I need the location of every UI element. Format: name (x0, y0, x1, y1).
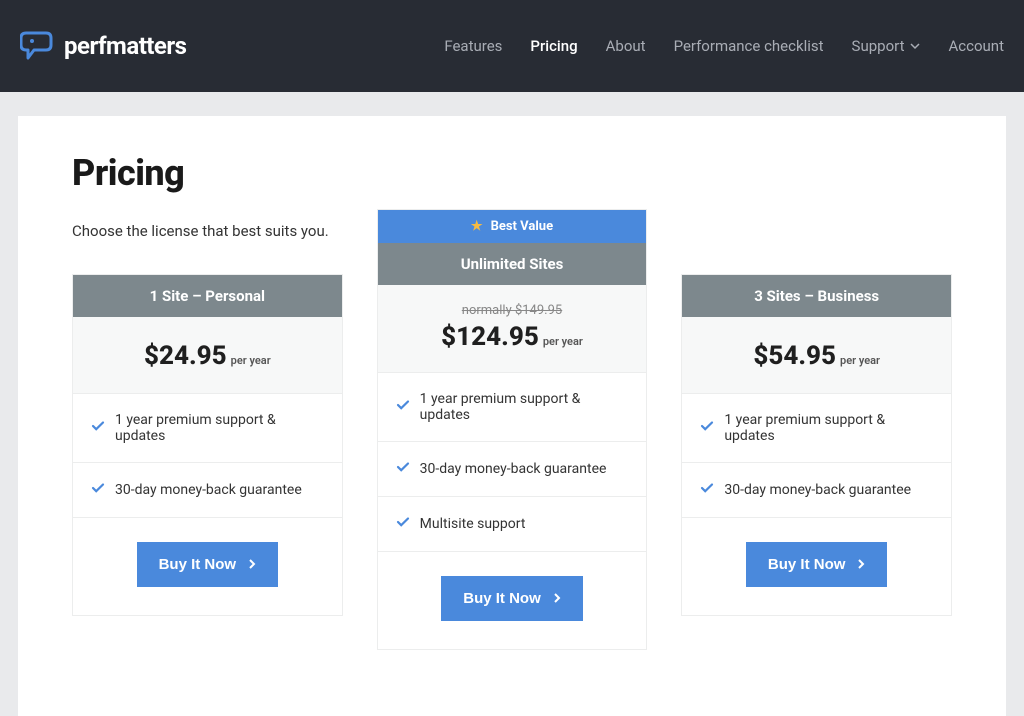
check-icon (396, 515, 410, 533)
check-icon (396, 398, 410, 416)
best-value-label: Best Value (491, 219, 554, 234)
best-value-badge: ★ Best Value (378, 210, 647, 243)
check-icon (700, 481, 714, 499)
plan-feature-text: Multisite support (420, 516, 526, 532)
buy-label: Buy It Now (463, 590, 541, 607)
nav-support-label: Support (852, 37, 905, 55)
chevron-right-icon (857, 558, 865, 572)
plan-title: Unlimited Sites (378, 243, 647, 285)
plan-buy-wrap: Buy It Now (73, 518, 342, 615)
nav-checklist[interactable]: Performance checklist (674, 37, 824, 55)
plan-feature-text: 30-day money-back guarantee (420, 461, 607, 477)
nav-about[interactable]: About (606, 37, 646, 55)
plan-feature: 30-day money-back guarantee (378, 442, 647, 497)
check-icon (700, 419, 714, 437)
brand-name: perfmatters (64, 32, 187, 60)
plan-feature: 30-day money-back guarantee (682, 463, 951, 518)
chevron-right-icon (248, 558, 256, 572)
page-title: Pricing (72, 152, 952, 194)
plan-price-box: normally $149.95 $124.95 per year (378, 285, 647, 373)
navbar: perfmatters Features Pricing About Perfo… (0, 0, 1024, 92)
chevron-down-icon (910, 37, 920, 55)
plan-feature: Multisite support (378, 497, 647, 552)
nav-links: Features Pricing About Performance check… (444, 37, 1004, 55)
plan-price: $124.95 (441, 322, 539, 352)
pricing-plans: 1 Site – Personal $24.95 per year 1 year … (72, 274, 952, 650)
plan-feature: 1 year premium support & updates (682, 394, 951, 463)
plan-price-box: $24.95 per year (73, 317, 342, 394)
buy-label: Buy It Now (159, 556, 237, 573)
buy-label: Buy It Now (768, 556, 846, 573)
plan-price-box: $54.95 per year (682, 317, 951, 394)
plan-feature: 1 year premium support & updates (378, 373, 647, 442)
plan-feature-text: 30-day money-back guarantee (115, 482, 302, 498)
plan-period: per year (231, 354, 271, 367)
plan-price: $24.95 (144, 341, 227, 371)
plan-period: per year (543, 335, 583, 348)
main-content: Pricing Choose the license that best sui… (18, 116, 1006, 716)
nav-pricing[interactable]: Pricing (530, 37, 577, 55)
plan-feature-text: 1 year premium support & updates (724, 412, 933, 444)
plan-personal: 1 Site – Personal $24.95 per year 1 year … (72, 274, 343, 616)
plan-feature: 30-day money-back guarantee (73, 463, 342, 518)
nav-features[interactable]: Features (444, 37, 502, 55)
chevron-right-icon (553, 592, 561, 606)
check-icon (91, 419, 105, 437)
nav-support[interactable]: Support (852, 37, 921, 55)
buy-button-personal[interactable]: Buy It Now (137, 542, 279, 587)
plan-unlimited: ★ Best Value Unlimited Sites normally $1… (377, 209, 648, 650)
nav-account[interactable]: Account (948, 37, 1004, 55)
plan-title: 1 Site – Personal (73, 275, 342, 317)
plan-price: $54.95 (753, 341, 836, 371)
buy-button-unlimited[interactable]: Buy It Now (441, 576, 583, 621)
star-icon: ★ (471, 219, 483, 234)
plan-feature-text: 1 year premium support & updates (115, 412, 324, 444)
check-icon (396, 460, 410, 478)
plan-buy-wrap: Buy It Now (682, 518, 951, 615)
buy-button-business[interactable]: Buy It Now (746, 542, 888, 587)
plan-feature-text: 30-day money-back guarantee (724, 482, 911, 498)
plan-feature-text: 1 year premium support & updates (420, 391, 629, 423)
plan-period: per year (840, 354, 880, 367)
plan-buy-wrap: Buy It Now (378, 552, 647, 649)
plan-business: 3 Sites – Business $54.95 per year 1 year… (681, 274, 952, 616)
plan-feature: 1 year premium support & updates (73, 394, 342, 463)
check-icon (91, 481, 105, 499)
logo-icon (20, 30, 56, 62)
plan-title: 3 Sites – Business (682, 275, 951, 317)
brand-logo[interactable]: perfmatters (20, 30, 187, 62)
plan-strike-price: normally $149.95 (388, 303, 637, 318)
